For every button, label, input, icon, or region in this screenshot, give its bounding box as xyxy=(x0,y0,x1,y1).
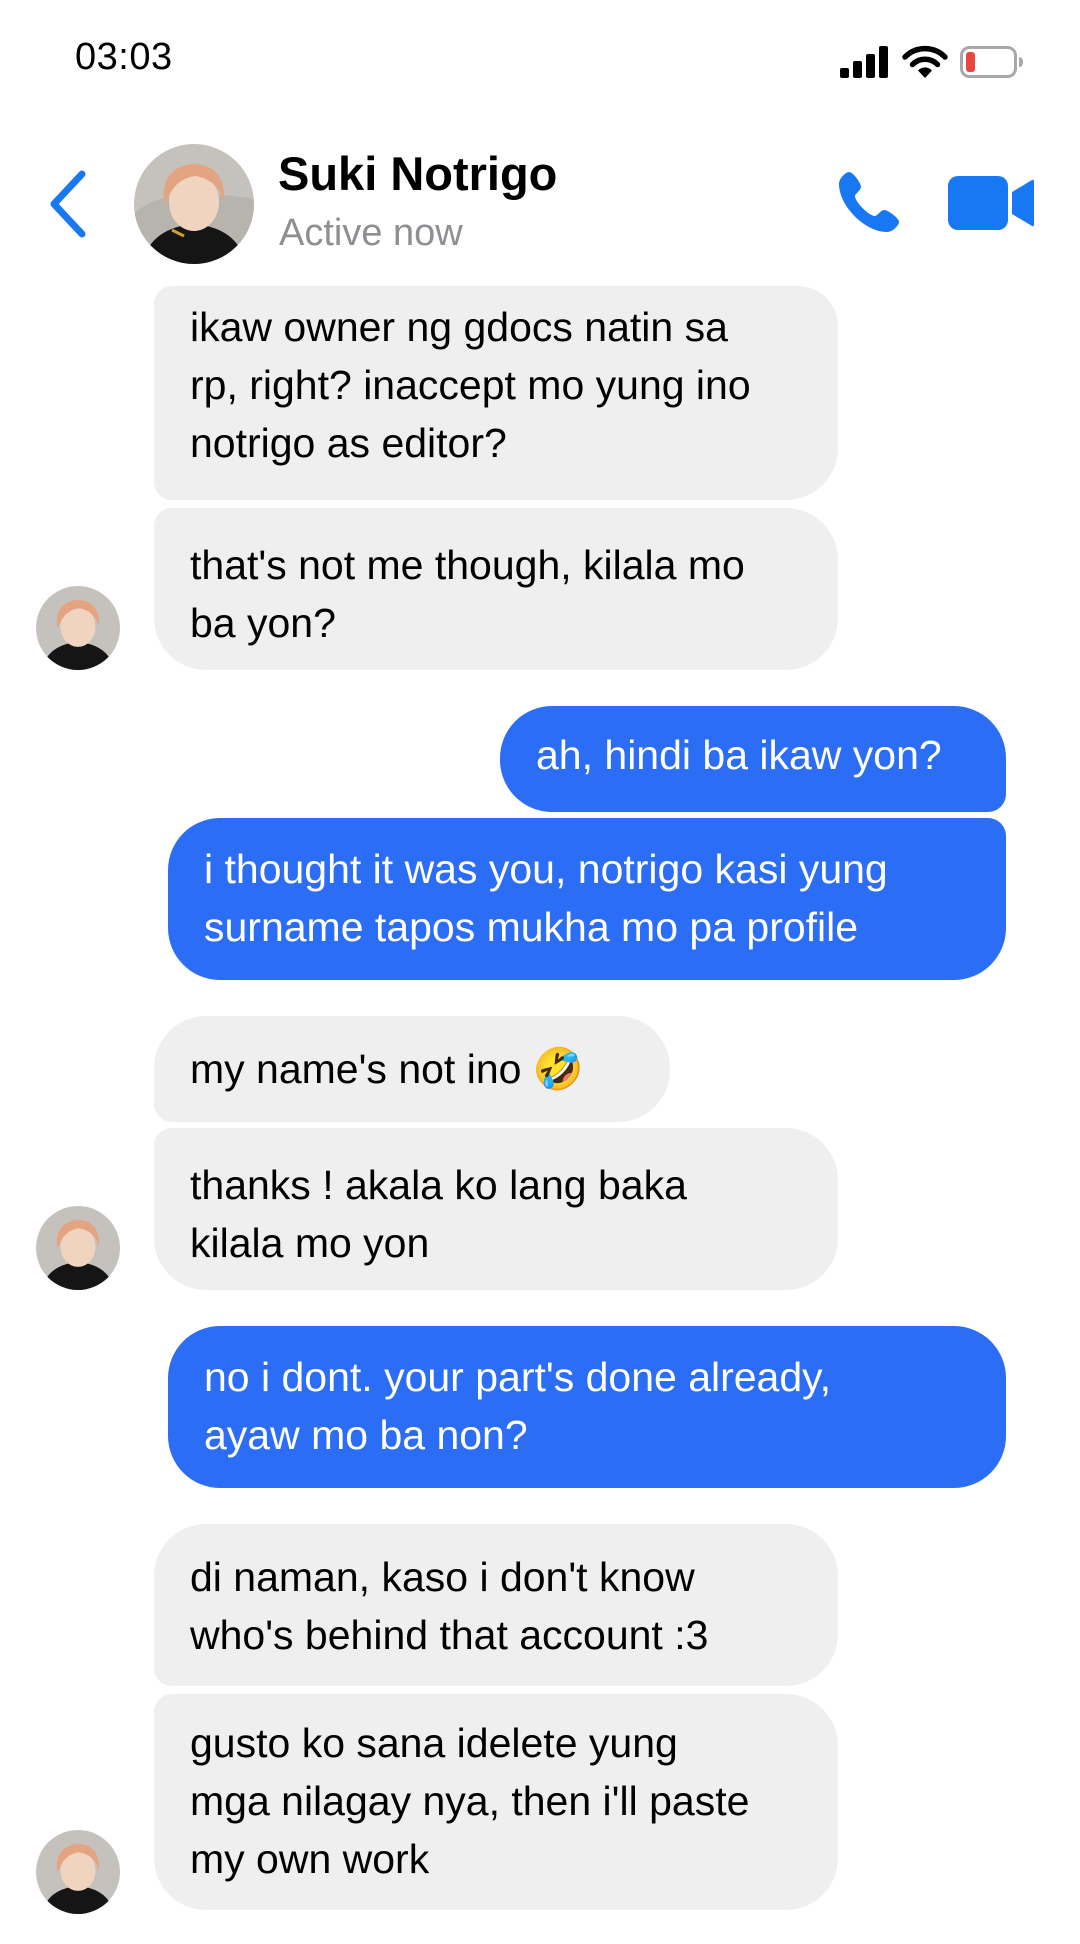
incoming-message[interactable]: di naman, kaso i don't know who's behind… xyxy=(154,1524,838,1686)
contact-avatar[interactable] xyxy=(134,144,254,264)
incoming-message[interactable]: gusto ko sana idelete yung mga nilagay n… xyxy=(154,1694,838,1910)
battery-low-icon xyxy=(960,46,1023,78)
sender-avatar[interactable] xyxy=(36,1206,120,1290)
status-time: 03:03 xyxy=(75,36,173,78)
contact-name[interactable]: Suki Notrigo xyxy=(278,146,557,201)
status-icons xyxy=(840,40,1024,84)
messenger-chat-screen: 03:03 Suki Notrigo Active now ikaw owner… xyxy=(0,0,1080,1944)
outgoing-message[interactable]: ah, hindi ba ikaw yon? xyxy=(500,706,1006,812)
incoming-message[interactable]: thanks ! akala ko lang baka kilala mo yo… xyxy=(154,1128,838,1290)
video-camera-icon xyxy=(948,176,1034,230)
sender-avatar[interactable] xyxy=(36,1830,120,1914)
voice-call-button[interactable] xyxy=(835,168,903,236)
wifi-icon xyxy=(902,45,948,78)
sender-avatar[interactable] xyxy=(36,586,120,670)
incoming-message[interactable]: ikaw owner ng gdocs natin sa rp, right? … xyxy=(154,286,838,500)
video-call-button[interactable] xyxy=(948,174,1034,232)
back-button[interactable] xyxy=(44,168,92,240)
outgoing-message[interactable]: no i dont. your part's done already, aya… xyxy=(168,1326,1006,1488)
chevron-left-icon xyxy=(50,170,86,238)
incoming-message[interactable]: my name's not ino 🤣 xyxy=(154,1016,670,1122)
outgoing-message[interactable]: i thought it was you, notrigo kasi yung … xyxy=(168,818,1006,980)
incoming-message[interactable]: that's not me though, kilala mo ba yon? xyxy=(154,508,838,670)
signal-icon xyxy=(840,46,888,78)
active-status: Active now xyxy=(279,212,463,254)
phone-icon xyxy=(839,172,899,232)
